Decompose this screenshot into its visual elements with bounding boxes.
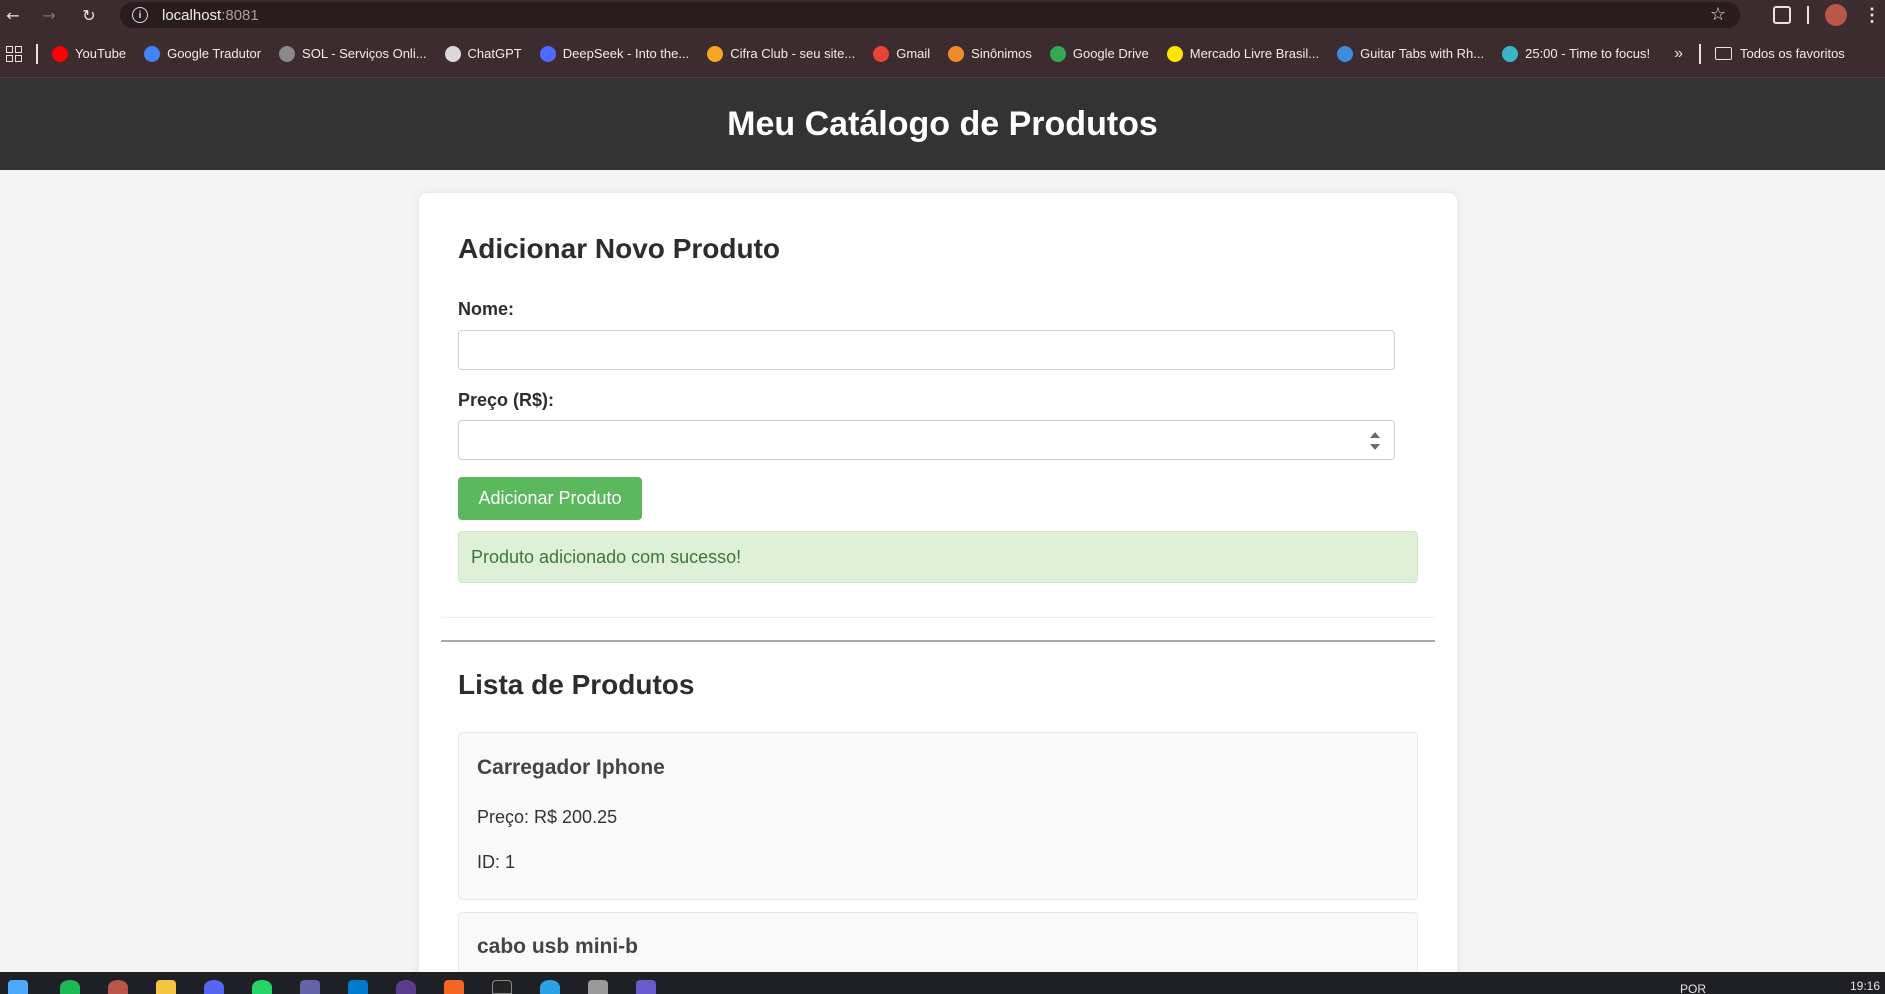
bookmarks-divider — [36, 43, 38, 64]
clock[interactable]: 19:16 — [1850, 979, 1880, 993]
bookmark-label: Cifra Club - seu site... — [730, 46, 856, 61]
product-name: cabo usb mini-b — [477, 935, 639, 958]
folder-icon — [1715, 47, 1733, 60]
bookmark-label: Mercado Livre Brasil... — [1189, 46, 1320, 61]
site-info-icon[interactable]: i — [132, 7, 148, 23]
file-explorer-icon[interactable] — [156, 980, 176, 994]
product-name: Carregador Iphone — [477, 756, 665, 779]
bookmark-item[interactable]: Google Tradutor — [144, 45, 262, 62]
bookmark-label: SOL - Serviços Onli... — [302, 46, 427, 61]
product-id: ID: 1 — [477, 852, 516, 872]
bookmark-label: 25:00 - Time to focus! — [1525, 46, 1651, 61]
teams-icon[interactable] — [300, 980, 320, 994]
bookmark-item[interactable]: Sinônimos — [948, 45, 1032, 62]
page-header: Meu Catálogo de Produtos — [0, 78, 1885, 170]
os-taskbar: POR 19:16 — [0, 972, 1885, 994]
bookmark-item[interactable]: Google Drive — [1049, 45, 1149, 62]
reload-button[interactable]: ↻ — [76, 2, 102, 28]
bookmark-item[interactable]: DeepSeek - Into the... — [539, 45, 690, 62]
section-divider-light — [441, 617, 1435, 618]
bookmark-item[interactable]: ChatGPT — [444, 45, 522, 62]
bookmark-label: Gmail — [896, 46, 931, 61]
bookmark-label: DeepSeek - Into the... — [562, 46, 690, 61]
bookmark-label: Google Drive — [1072, 46, 1149, 61]
browser-menu-icon[interactable]: ⋮ — [1863, 5, 1881, 26]
bookmarks-divider-2 — [1699, 43, 1702, 64]
bookmark-item[interactable]: SOL - Serviços Onli... — [279, 45, 427, 62]
section-divider — [441, 640, 1435, 642]
language-indicator[interactable]: POR — [1680, 982, 1706, 994]
bookmarks-bar: YouTube Google Tradutor SOL - Serviços Onl… — [0, 30, 1885, 78]
discord-icon[interactable] — [204, 980, 224, 994]
deepseek-icon — [539, 45, 556, 62]
bookmark-label: Sinônimos — [971, 46, 1032, 61]
translate-icon — [144, 45, 161, 62]
bookmark-label: Guitar Tabs with Rh... — [1360, 46, 1485, 61]
guitar-tabs-icon — [1337, 45, 1354, 62]
price-input[interactable] — [458, 420, 1395, 460]
url-port: :8081 — [221, 6, 259, 24]
bookmark-label: Google Tradutor — [167, 46, 262, 61]
vscode-icon[interactable] — [348, 980, 368, 994]
drive-icon — [1049, 45, 1066, 62]
gmail-icon — [873, 45, 890, 62]
sinonimos-icon — [948, 45, 965, 62]
app-icon-2[interactable] — [636, 980, 656, 994]
toolbar-divider — [1807, 6, 1809, 24]
bookmark-star-icon[interactable]: ☆ — [1710, 4, 1726, 25]
add-product-button[interactable]: Adicionar Produto — [458, 477, 642, 520]
apps-grid-icon[interactable] — [6, 45, 22, 62]
list-title: Lista de Produtos — [458, 669, 695, 700]
windows-start-icon[interactable] — [8, 980, 28, 994]
all-bookmarks-folder[interactable]: Todos os favoritos — [1715, 46, 1845, 61]
name-input[interactable] — [458, 330, 1395, 370]
pomodoro-icon — [1502, 45, 1519, 62]
chrome-profile-icon[interactable] — [108, 980, 128, 994]
price-label: Preço (R$): — [458, 390, 555, 410]
forward-button[interactable]: → — [36, 2, 62, 28]
folder-label: Todos os favoritos — [1740, 46, 1845, 61]
bookmark-item[interactable]: Cifra Club - seu site... — [707, 45, 856, 62]
bookmark-item[interactable]: YouTube — [52, 45, 127, 62]
product-price: Preço: R$ 200.25 — [477, 807, 618, 827]
spotify-icon[interactable] — [60, 980, 80, 994]
whatsapp-icon[interactable] — [252, 980, 272, 994]
bookmark-item[interactable]: 25:00 - Time to focus! — [1502, 45, 1651, 62]
main-container: Adicionar Novo Produto Nome: Preço (R$):… — [419, 193, 1457, 994]
bookmark-label: ChatGPT — [467, 46, 522, 61]
url-host: localhost — [162, 6, 222, 24]
extensions-icon[interactable] — [1773, 6, 1791, 24]
page-title: Meu Catálogo de Produtos — [727, 104, 1158, 143]
mercadolivre-icon — [1166, 45, 1183, 62]
bookmark-item[interactable]: Guitar Tabs with Rh... — [1337, 45, 1485, 62]
chatgpt-icon — [444, 45, 461, 62]
browser-toolbar: ← → ↻ i localhost:8081 ☆ ⋮ — [0, 0, 1885, 30]
cifraclub-icon — [707, 45, 724, 62]
window-icon[interactable] — [588, 980, 608, 994]
youtube-icon — [52, 45, 68, 62]
terminal-icon[interactable] — [492, 980, 512, 994]
product-card: Carregador Iphone Preço: R$ 200.25 ID: 1 — [458, 732, 1418, 900]
number-spinner-icon[interactable] — [1370, 432, 1380, 450]
globe-icon — [279, 45, 296, 62]
bookmark-label: YouTube — [75, 46, 127, 61]
app-icon[interactable] — [396, 980, 416, 994]
more-bookmarks-icon[interactable]: » — [1674, 45, 1683, 63]
success-alert: Produto adicionado com sucesso! — [458, 531, 1418, 583]
name-label: Nome: — [458, 299, 515, 319]
profile-avatar[interactable] — [1825, 4, 1847, 26]
address-bar[interactable]: i localhost:8081 ☆ — [120, 2, 1740, 28]
form-title: Adicionar Novo Produto — [458, 233, 780, 264]
bookmark-item[interactable]: Mercado Livre Brasil... — [1166, 45, 1320, 62]
bookmark-item[interactable]: Gmail — [873, 45, 931, 62]
telegram-icon[interactable] — [540, 980, 560, 994]
back-button[interactable]: ← — [0, 2, 26, 28]
intellij-icon[interactable] — [444, 980, 464, 994]
